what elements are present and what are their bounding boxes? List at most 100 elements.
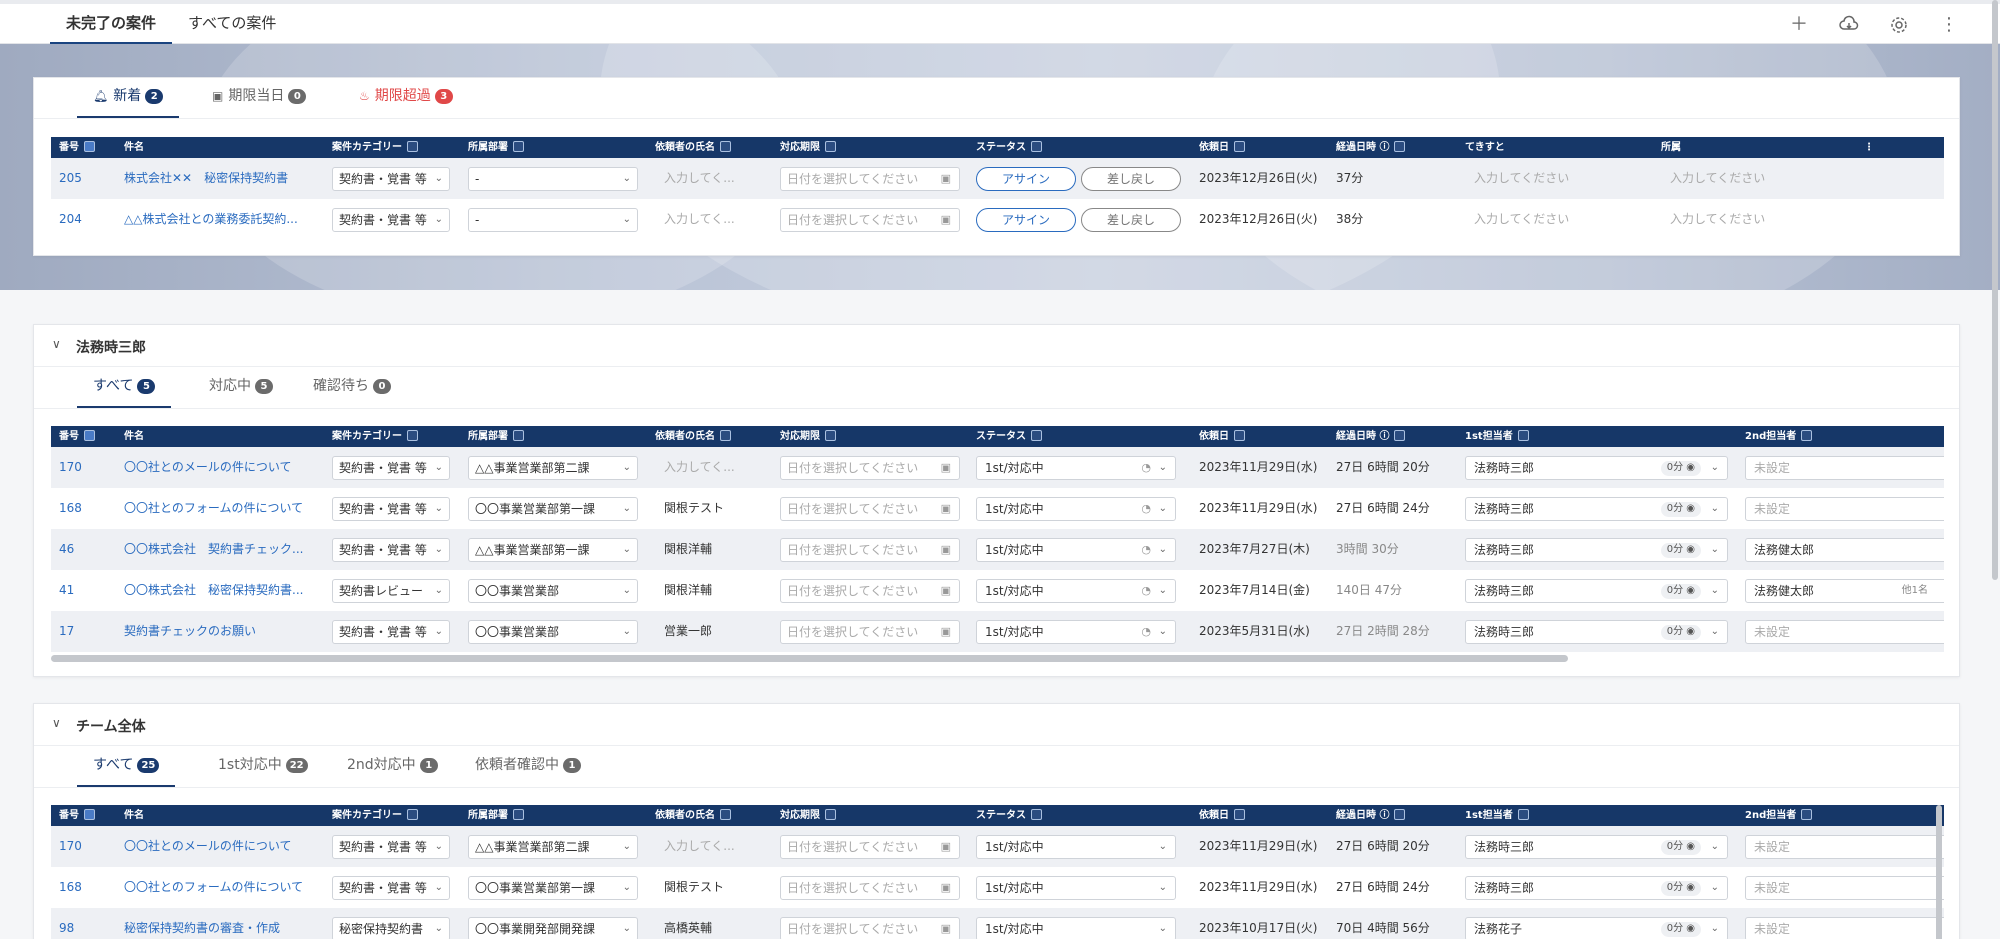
- status-select[interactable]: 1st/対応中 ◔ ⌄: [976, 579, 1176, 603]
- col-first-assignee[interactable]: 1st担当者: [1465, 426, 1529, 447]
- col-second-assignee[interactable]: 2nd担当者: [1745, 426, 1813, 447]
- col-dept[interactable]: 所属部署: [468, 426, 524, 447]
- sort-icon[interactable]: [1394, 809, 1406, 820]
- second-assignee-select[interactable]: 法務健太郎 他1名: [1745, 579, 1944, 603]
- filter-icon[interactable]: [1801, 430, 1813, 441]
- col-category[interactable]: 案件カテゴリー: [332, 137, 418, 158]
- table-row[interactable]: 205 株式会社✕✕ 秘密保持契約書 契約書・覚書 等 ⌄ - ⌄ 入力してく...…: [51, 158, 1944, 199]
- assign-button[interactable]: アサイン: [976, 208, 1076, 232]
- category-select[interactable]: 契約書・覚書 等 ⌄: [332, 835, 450, 859]
- deadline-datepicker[interactable]: 日付を選択してください ▣: [780, 579, 960, 603]
- category-select[interactable]: 契約書・覚書 等 ⌄: [332, 497, 450, 521]
- col-status[interactable]: ステータス: [976, 805, 1042, 826]
- filter-icon[interactable]: [720, 141, 731, 152]
- table-row[interactable]: 98 秘密保持契約書の審査・作成 秘密保持契約書 ⌄ 〇〇事業開発部開発課 ⌄ 高橋英輔 日付…: [51, 908, 1944, 939]
- sort-icon[interactable]: [84, 430, 95, 441]
- sort-icon[interactable]: [825, 430, 836, 441]
- dept-select[interactable]: - ⌄: [468, 167, 638, 191]
- first-assignee-select[interactable]: 法務時三郎 0分 ◉ ⌄: [1465, 876, 1728, 900]
- col-request-date[interactable]: 依頼日: [1199, 137, 1245, 158]
- status-select[interactable]: 1st/対応中 ⌄: [976, 876, 1176, 900]
- horizontal-scrollbar[interactable]: [51, 655, 1568, 662]
- tab-first-in-progress[interactable]: 1st対応中 22: [202, 747, 324, 787]
- filter-icon[interactable]: [1517, 809, 1529, 820]
- category-select[interactable]: 契約書・覚書 等 ⌄: [332, 620, 450, 644]
- second-assignee-select[interactable]: 未設定: [1745, 497, 1944, 521]
- second-assignee-select[interactable]: 未設定: [1745, 620, 1944, 644]
- dept-select[interactable]: 〇〇事業営業部第一課 ⌄: [468, 497, 638, 521]
- tab-in-progress[interactable]: 対応中 5: [193, 368, 289, 408]
- status-select[interactable]: 1st/対応中 ◔ ⌄: [976, 456, 1176, 480]
- deadline-datepicker[interactable]: 日付を選択してください ▣: [780, 538, 960, 562]
- case-number-link[interactable]: 17: [59, 611, 74, 652]
- col-requester[interactable]: 依頼者の氏名: [655, 137, 731, 158]
- col-tekisuto[interactable]: てきすと: [1465, 137, 1505, 158]
- case-number-link[interactable]: 98: [59, 908, 74, 939]
- status-select[interactable]: 1st/対応中 ◔ ⌄: [976, 497, 1176, 521]
- requester-field[interactable]: 関根洋輔: [664, 529, 712, 570]
- plus-icon[interactable]: ＋: [1788, 14, 1810, 36]
- col-category[interactable]: 案件カテゴリー: [332, 805, 418, 826]
- deadline-datepicker[interactable]: 日付を選択してください ▣: [780, 620, 960, 644]
- requester-field[interactable]: 関根テスト: [664, 867, 724, 908]
- chevron-down-icon[interactable]: ∨: [52, 337, 61, 351]
- case-title-link[interactable]: 契約書チェックのお願い: [124, 611, 324, 652]
- tab-requester-confirming[interactable]: 依頼者確認中 1: [459, 747, 597, 787]
- card-header[interactable]: ∨ 法務時三郎: [34, 325, 1959, 367]
- col-request-date[interactable]: 依頼日: [1199, 426, 1245, 447]
- col-title[interactable]: 件名: [124, 137, 144, 158]
- tab-awaiting-confirmation[interactable]: 確認待ち 0: [297, 368, 407, 408]
- col-dept[interactable]: 所属部署: [468, 805, 524, 826]
- filter-icon[interactable]: [513, 430, 524, 441]
- case-number-link[interactable]: 170: [59, 447, 82, 488]
- first-assignee-select[interactable]: 法務時三郎 0分 ◉ ⌄: [1465, 497, 1728, 521]
- second-assignee-select[interactable]: 未設定: [1745, 456, 1944, 480]
- case-number-link[interactable]: 168: [59, 488, 82, 529]
- history-icon[interactable]: ◔: [1141, 498, 1151, 520]
- filter-icon[interactable]: [407, 430, 418, 441]
- column-menu-icon[interactable]: ⋮: [1864, 137, 1874, 158]
- deadline-datepicker[interactable]: 日付を選択してください ▣: [780, 208, 960, 232]
- tab-all[interactable]: すべて 5: [77, 368, 172, 408]
- case-title-link[interactable]: 〇〇株式会社 契約書チェック...: [124, 529, 324, 570]
- requester-field[interactable]: 入力してく...: [664, 447, 735, 488]
- case-number-link[interactable]: 204: [59, 199, 82, 239]
- dept-select[interactable]: - ⌄: [468, 208, 638, 232]
- vertical-scrollbar[interactable]: [1936, 805, 1942, 939]
- requester-field[interactable]: 営業一郎: [664, 611, 712, 652]
- dept-select[interactable]: △△事業営業部第二課 ⌄: [468, 456, 638, 480]
- tab-incomplete-cases[interactable]: 未完了の案件: [50, 8, 173, 44]
- status-select[interactable]: 1st/対応中 ◔ ⌄: [976, 538, 1176, 562]
- more-vertical-icon[interactable]: ⋮: [1938, 14, 1960, 36]
- col-first-assignee[interactable]: 1st担当者: [1465, 805, 1529, 826]
- case-number-link[interactable]: 168: [59, 867, 82, 908]
- category-select[interactable]: 契約書・覚書 等 ⌄: [332, 208, 450, 232]
- filter-icon[interactable]: [1801, 809, 1813, 820]
- first-assignee-select[interactable]: 法務時三郎 0分 ◉ ⌄: [1465, 620, 1728, 644]
- requester-field[interactable]: 関根テスト: [664, 488, 724, 529]
- case-title-link[interactable]: 〇〇社とのメールの件について: [124, 826, 324, 867]
- sort-icon[interactable]: [825, 141, 836, 152]
- requester-field[interactable]: 関根洋輔: [664, 570, 712, 611]
- col-title[interactable]: 件名: [124, 426, 144, 447]
- chevron-down-icon[interactable]: ∨: [52, 716, 61, 730]
- case-title-link[interactable]: 〇〇社とのフォームの件について: [124, 488, 324, 529]
- dept-select[interactable]: 〇〇事業営業部 ⌄: [468, 620, 638, 644]
- case-number-link[interactable]: 205: [59, 158, 82, 199]
- col-deadline[interactable]: 対応期限: [780, 805, 836, 826]
- tab-new[interactable]: 🔔︎ 新着 2: [77, 78, 180, 118]
- case-title-link[interactable]: 〇〇社とのフォームの件について: [124, 867, 324, 908]
- sort-icon[interactable]: [1234, 430, 1245, 441]
- case-title-link[interactable]: 秘密保持契約書の審査・作成: [124, 908, 324, 939]
- tekisuto-input[interactable]: 入力してください: [1474, 158, 1569, 199]
- sort-icon[interactable]: [84, 809, 95, 820]
- tekisuto-input[interactable]: 入力してください: [1474, 199, 1569, 239]
- tab-all[interactable]: すべて 25: [77, 747, 176, 787]
- table-row[interactable]: 17 契約書チェックのお願い 契約書・覚書 等 ⌄ 〇〇事業営業部 ⌄ 営業一郎 日付を選択し…: [51, 611, 1944, 652]
- case-title-link[interactable]: △△株式会社との業務委託契約...: [124, 199, 324, 239]
- case-number-link[interactable]: 41: [59, 570, 74, 611]
- case-number-link[interactable]: 46: [59, 529, 74, 570]
- tab-all-cases[interactable]: すべての案件: [172, 8, 292, 44]
- col-requester[interactable]: 依頼者の氏名: [655, 426, 731, 447]
- filter-icon[interactable]: [513, 809, 524, 820]
